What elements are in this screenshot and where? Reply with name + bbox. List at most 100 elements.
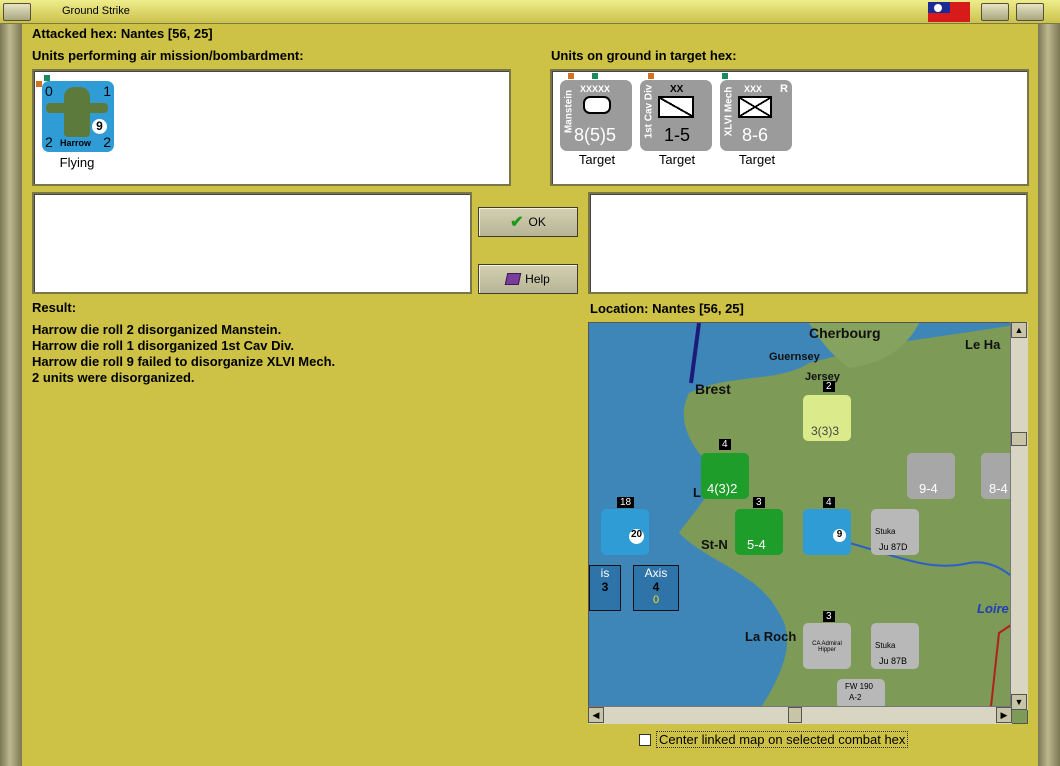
stack-count: 2 <box>823 381 835 392</box>
air-units-panel: 0 1 9 2 Harrow 2 Flying <box>32 69 511 186</box>
counter-size: XXX <box>744 84 763 94</box>
map-unit[interactable]: CA Admiral Hipper <box>803 623 851 669</box>
scroll-thumb[interactable] <box>1011 432 1027 446</box>
window-title: Ground Strike <box>62 5 130 17</box>
counter-name: XLVI Mech <box>723 86 735 137</box>
map-unit[interactable]: 9 <box>803 509 851 555</box>
mechanized-icon <box>738 96 772 118</box>
location-label: Location: Nantes [56, 25] <box>590 301 744 316</box>
map-label: St-N <box>701 537 728 552</box>
status-marker-icon <box>592 73 598 79</box>
stack-count: 3 <box>753 497 765 508</box>
counter-name: Manstein <box>563 89 575 134</box>
status-marker-icon <box>722 73 728 79</box>
counter-corner: R <box>780 83 788 95</box>
ok-button[interactable]: ✔ OK <box>478 207 578 237</box>
checkmark-icon: ✔ <box>510 214 524 231</box>
ground-unit-xlvi-mech[interactable]: XLVI Mech XXX R 8-6 Target <box>718 71 798 171</box>
status-marker-icon <box>648 73 654 79</box>
counter-strength: 1-5 <box>664 125 691 145</box>
ground-unit-manstein[interactable]: Manstein XXXXX 8(5)5 Target <box>558 71 638 171</box>
map-unit-type: Ju 87B <box>879 656 908 666</box>
map-label: Cherbourg <box>809 325 881 341</box>
map-label: La Roch <box>745 629 797 644</box>
result-line: 2 units were disorganized. <box>32 370 195 385</box>
help-book-icon <box>504 273 522 285</box>
window-frame-left <box>0 22 22 766</box>
counter-size: XXXXX <box>580 84 611 94</box>
air-unit-status: Flying <box>59 155 95 170</box>
box-title: Axis <box>644 566 668 580</box>
hq-icon <box>583 96 611 114</box>
map-unit-type: A-2 <box>849 693 862 702</box>
scroll-down-icon[interactable]: ▼ <box>1011 694 1027 710</box>
map-vertical-scrollbar[interactable]: ▲ ▼ <box>1010 322 1028 710</box>
counter-bottom-left: 2 <box>45 134 53 150</box>
attacked-hex-label: Attacked hex: Nantes [56, 25] <box>32 26 213 41</box>
map-unit-strength: 5-4 <box>747 537 766 552</box>
map-unit-strength: 8-4 <box>989 481 1008 496</box>
scroll-left-icon[interactable]: ◀ <box>588 707 604 723</box>
bomber-wing-icon <box>46 103 108 113</box>
stack-count: 3 <box>823 611 835 622</box>
map-unit-strength: 9 <box>833 529 846 542</box>
restore-button[interactable] <box>981 3 1009 21</box>
map-label: Loire <box>977 601 1009 616</box>
ground-unit-1st-cav-div[interactable]: 1st Cav Div XX 1-5 Target <box>638 71 718 171</box>
manstein-counter: Manstein XXXXX 8(5)5 <box>560 80 632 151</box>
window-frame-right <box>1038 22 1060 766</box>
map-unit-strength: 9-4 <box>919 481 938 496</box>
system-menu-button[interactable] <box>3 3 31 21</box>
map-unit[interactable]: Stuka Ju 87D <box>871 509 919 555</box>
map-unit-name: Stuka <box>875 527 896 536</box>
ground-units-panel: Manstein XXXXX 8(5)5 Target 1st Cav Div … <box>550 69 1029 186</box>
map-horizontal-scrollbar[interactable]: ◀ ▶ <box>588 706 1012 724</box>
map-unit[interactable]: 3(3)3 <box>803 395 851 441</box>
title-bar: Ground Strike <box>0 0 1060 24</box>
scroll-up-icon[interactable]: ▲ <box>1011 322 1027 338</box>
box-value: 4 <box>652 580 660 594</box>
map-info-box: Axis 4 0 <box>633 565 679 611</box>
map-unit[interactable]: FW 190 A-2 <box>837 679 885 709</box>
ok-button-label: OK <box>528 215 546 229</box>
map-unit[interactable]: 4(3)2 <box>701 453 749 499</box>
map-unit[interactable]: Stuka Ju 87B <box>871 623 919 669</box>
center-map-checkbox[interactable] <box>639 734 651 746</box>
result-line: Harrow die roll 1 disorganized 1st Cav D… <box>32 338 294 353</box>
close-button[interactable] <box>1016 3 1044 21</box>
map-unit-strength: 4(3)2 <box>707 481 738 496</box>
box-sub: 0 <box>652 594 660 606</box>
result-line: Harrow die roll 2 disorganized Manstein. <box>32 322 282 337</box>
map-unit[interactable]: 9-4 <box>907 453 955 499</box>
scroll-thumb[interactable] <box>788 707 802 723</box>
map-unit[interactable]: 20 <box>601 509 649 555</box>
ground-unit-status: Target <box>578 152 616 167</box>
cav-counter: 1st Cav Div XX 1-5 <box>640 80 712 151</box>
scroll-right-icon[interactable]: ▶ <box>996 707 1012 723</box>
mech-counter: XLVI Mech XXX R 8-6 <box>720 80 792 151</box>
counter-top-left: 0 <box>45 83 53 99</box>
ground-unit-status: Target <box>738 152 776 167</box>
location-map[interactable]: Cherbourg Le Ha Guernsey Jersey Brest L … <box>588 322 1028 724</box>
map-unit-strength: 20 <box>629 529 644 544</box>
box-value: 3 <box>601 580 609 594</box>
air-unit-harrow[interactable]: 0 1 9 2 Harrow 2 Flying <box>36 75 126 175</box>
counter-top-right: 1 <box>103 83 111 99</box>
map-unit-name: FW 190 <box>845 682 874 691</box>
status-marker-icon <box>568 73 574 79</box>
box-title: is <box>600 566 610 580</box>
help-button-label: Help <box>525 272 550 286</box>
map-unit-name: CA Admiral Hipper <box>812 641 842 653</box>
counter-strength: 8(5)5 <box>574 125 617 145</box>
cavalry-icon <box>658 96 694 118</box>
help-button[interactable]: Help <box>478 264 578 294</box>
map-label: Brest <box>695 381 731 397</box>
center-map-label[interactable]: Center linked map on selected combat hex <box>656 731 909 748</box>
result-line: Harrow die roll 9 failed to disorganize … <box>32 354 336 369</box>
stack-count: 4 <box>719 439 731 450</box>
air-units-label: Units performing air mission/bombardment… <box>32 48 304 63</box>
stack-count: 18 <box>617 497 635 508</box>
ground-details-panel <box>588 192 1028 294</box>
air-details-panel <box>32 192 472 294</box>
map-unit[interactable]: 5-4 <box>735 509 783 555</box>
